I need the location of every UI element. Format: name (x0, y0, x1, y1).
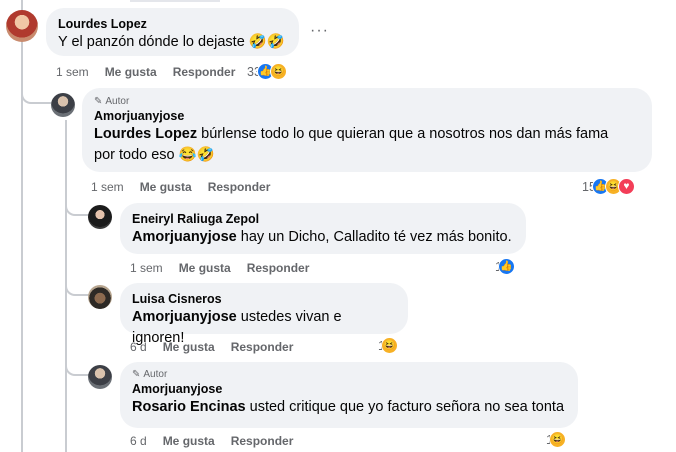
comment-text-line-2: por todo eso 😂🤣 (94, 147, 215, 163)
thread-curve-reply-4 (65, 356, 89, 376)
mention-link[interactable]: Rosario Encinas (132, 399, 246, 415)
comment-text-body: hay un Dicho, Calladito té vez más bonit… (236, 229, 512, 245)
comment-text: Lourdes Lopez búrlense todo lo que quier… (94, 124, 640, 145)
comment-actions: 6 d Me gusta Responder (130, 340, 309, 354)
avatar[interactable] (6, 10, 38, 42)
thumbs-up-icon: 👍 (497, 258, 515, 275)
comment-author[interactable]: Eneiryl Raliuga Zepol (132, 211, 514, 227)
comment-actions: 1 sem Me gusta Responder (91, 180, 286, 194)
like-button[interactable]: Me gusta (105, 65, 157, 79)
avatar[interactable] (88, 365, 112, 389)
comment-timestamp[interactable]: 1 sem (56, 65, 89, 79)
comment-timestamp[interactable]: 1 sem (91, 180, 124, 194)
comment-timestamp[interactable]: 1 sem (130, 261, 163, 275)
thread-line-main (21, 0, 23, 452)
reply-button[interactable]: Responder (247, 261, 310, 275)
reply-button[interactable]: Responder (208, 180, 271, 194)
top-divider (130, 0, 220, 2)
comment-actions: 1 sem Me gusta Responder (56, 65, 251, 79)
reaction-summary[interactable]: 1 😆 (378, 337, 398, 354)
reply-button[interactable]: Responder (231, 340, 294, 354)
author-badge-label: Autor (105, 96, 130, 107)
comment-text: Amorjuanyjose hay un Dicho, Calladito té… (132, 227, 514, 248)
comment-text-body: usted critique que yo facturo señora no … (245, 399, 565, 415)
reply-button[interactable]: Responder (231, 434, 294, 448)
reaction-summary[interactable]: 1 👍 (495, 258, 515, 275)
comment-actions: 6 d Me gusta Responder (130, 434, 309, 448)
like-button[interactable]: Me gusta (140, 180, 192, 194)
comment-actions: 1 sem Me gusta Responder (130, 261, 325, 275)
laughing-face-icon: 😆 (380, 337, 398, 354)
reply-button[interactable]: Responder (173, 65, 236, 79)
laughing-face-icon: 😆 (548, 431, 566, 448)
comment-timestamp[interactable]: 6 d (130, 340, 147, 354)
author-badge: ✎ Autor (94, 95, 640, 108)
mention-link[interactable]: Amorjuanyjose (132, 309, 237, 325)
reaction-summary[interactable]: 33 👍 😆 (247, 63, 287, 80)
like-button[interactable]: Me gusta (163, 340, 215, 354)
pencil-icon: ✎ (132, 369, 141, 380)
comment-bubble: ✎ Autor Amorjuanyjose Lourdes Lopez búrle… (82, 88, 652, 172)
comment-author[interactable]: Lourdes Lopez (58, 16, 287, 32)
comment-text: Y el panzón dónde lo dejaste 🤣🤣 (58, 34, 285, 50)
comment-text: Rosario Encinas usted critique que yo fa… (132, 397, 566, 418)
comment-author[interactable]: Amorjuanyjose (132, 381, 566, 397)
avatar[interactable] (88, 285, 112, 309)
heart-icon: ♥ (617, 178, 635, 195)
pencil-icon: ✎ (94, 96, 103, 107)
comment-bubble: Lourdes Lopez Y el panzón dónde lo dejas… (46, 8, 299, 56)
like-button[interactable]: Me gusta (163, 434, 215, 448)
mention-link[interactable]: Amorjuanyjose (132, 229, 237, 245)
comment-author[interactable]: Luisa Cisneros (132, 291, 396, 307)
thread-curve-reply-3 (65, 276, 89, 296)
comment-timestamp[interactable]: 6 d (130, 434, 147, 448)
thread-curve-reply-2 (65, 196, 89, 216)
comment-bubble: Luisa Cisneros Amorjuanyjose ustedes viv… (120, 283, 408, 346)
laughing-face-icon: 😆 (269, 63, 287, 80)
author-badge: ✎ Autor (132, 368, 566, 381)
avatar[interactable] (51, 93, 75, 117)
more-options-button[interactable]: ··· (310, 22, 329, 40)
mention-link[interactable]: Lourdes Lopez (94, 126, 197, 142)
reaction-summary[interactable]: 15 👍 😆 ♥ (582, 178, 635, 195)
comment-text-body: búrlense todo lo que quieran que a nosot… (197, 126, 609, 142)
like-button[interactable]: Me gusta (179, 261, 231, 275)
avatar[interactable] (88, 205, 112, 229)
comment-author[interactable]: Amorjuanyjose (94, 108, 640, 124)
comment-bubble: Eneiryl Raliuga Zepol Amorjuanyjose hay … (120, 203, 526, 254)
reaction-summary[interactable]: 1 😆 (546, 431, 566, 448)
author-badge-label: Autor (143, 369, 168, 380)
comment-bubble: ✎ Autor Amorjuanyjose Rosario Encinas ust… (120, 362, 578, 428)
thread-curve-reply-1 (21, 82, 51, 104)
